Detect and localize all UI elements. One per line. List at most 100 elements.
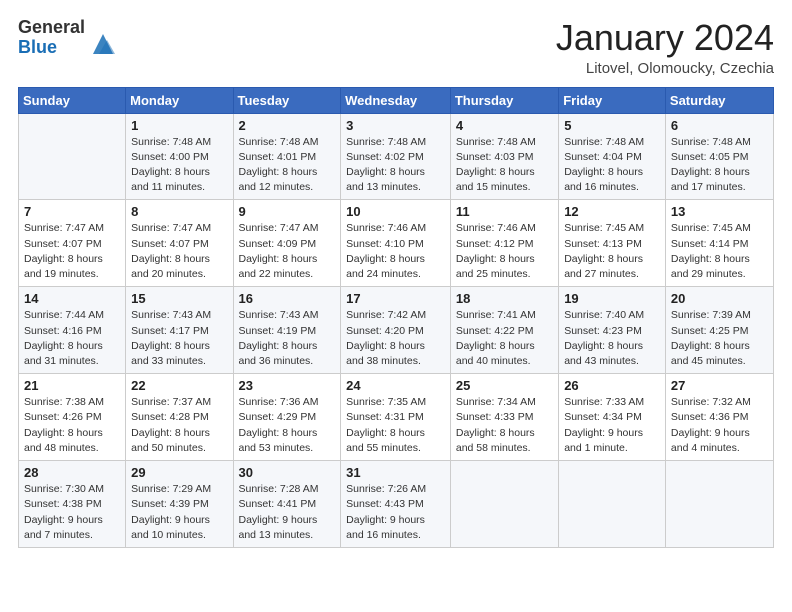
day-cell: 12Sunrise: 7:45 AMSunset: 4:13 PMDayligh… [559,200,666,287]
day-detail: Sunrise: 7:39 AMSunset: 4:25 PMDaylight:… [671,308,768,369]
logo-icon [89,30,117,58]
day-cell: 30 Sunrise: 7:28 AMSunset: 4:41 PMDayligh… [233,461,341,548]
day-detail: Sunrise: 7:44 AMSunset: 4:16 PMDaylight:… [24,308,120,369]
day-cell: 6Sunrise: 7:48 AMSunset: 4:05 PMDaylight… [665,113,773,200]
day-cell: 25 Sunrise: 7:34 AMSunset: 4:33 PMDayligh… [450,374,558,461]
day-number: 10 [346,204,445,219]
day-number: 27 [671,378,768,393]
day-detail: Sunrise: 7:33 AMSunset: 4:34 PMDaylight:… [564,395,660,456]
day-detail: Sunrise: 7:48 AMSunset: 4:00 PMDaylight:… [131,135,227,196]
day-detail: Sunrise: 7:32 AMSunset: 4:36 PMDaylight:… [671,395,768,456]
week-row-5: 28Sunrise: 7:30 AMSunset: 4:38 PMDayligh… [19,461,774,548]
day-number: 29 [131,465,227,480]
col-saturday: Saturday [665,87,773,113]
day-cell: 17 Sunrise: 7:42 AMSunset: 4:20 PMDayligh… [341,287,451,374]
day-number: 9 [239,204,336,219]
day-detail: Sunrise: 7:38 AMSunset: 4:26 PMDaylight:… [24,395,120,456]
day-detail: Sunrise: 7:48 AMSunset: 4:02 PMDaylight:… [346,135,445,196]
day-cell: 19 Sunrise: 7:40 AMSunset: 4:23 PMDayligh… [559,287,666,374]
day-detail: Sunrise: 7:34 AMSunset: 4:33 PMDaylight:… [456,395,553,456]
day-detail: Sunrise: 7:43 AMSunset: 4:19 PMDaylight:… [239,308,336,369]
col-monday: Monday [126,87,233,113]
day-cell: 28Sunrise: 7:30 AMSunset: 4:38 PMDayligh… [19,461,126,548]
day-number: 24 [346,378,445,393]
day-cell: 23 Sunrise: 7:36 AMSunset: 4:29 PMDayligh… [233,374,341,461]
logo-general: General [18,18,85,38]
day-number: 25 [456,378,553,393]
day-detail: Sunrise: 7:30 AMSunset: 4:38 PMDaylight:… [24,482,120,543]
day-detail: Sunrise: 7:48 AMSunset: 4:01 PMDaylight:… [239,135,336,196]
day-detail: Sunrise: 7:28 AMSunset: 4:41 PMDaylight:… [239,482,336,543]
day-cell: 18Sunrise: 7:41 AMSunset: 4:22 PMDayligh… [450,287,558,374]
day-number: 23 [239,378,336,393]
col-friday: Friday [559,87,666,113]
day-number: 18 [456,291,553,306]
day-cell: 20 Sunrise: 7:39 AMSunset: 4:25 PMDayligh… [665,287,773,374]
day-detail: Sunrise: 7:35 AMSunset: 4:31 PMDaylight:… [346,395,445,456]
day-number: 11 [456,204,553,219]
month-title: January 2024 [556,18,774,58]
day-detail: Sunrise: 7:47 AMSunset: 4:09 PMDaylight:… [239,221,336,282]
day-number: 7 [24,204,120,219]
day-cell: 22 Sunrise: 7:37 AMSunset: 4:28 PMDayligh… [126,374,233,461]
day-number: 21 [24,378,120,393]
day-cell: 21 Sunrise: 7:38 AMSunset: 4:26 PMDayligh… [19,374,126,461]
day-cell: 10 Sunrise: 7:46 AMSunset: 4:10 PMDayligh… [341,200,451,287]
day-detail: Sunrise: 7:36 AMSunset: 4:29 PMDaylight:… [239,395,336,456]
day-detail: Sunrise: 7:48 AMSunset: 4:04 PMDaylight:… [564,135,660,196]
day-cell: 4 Sunrise: 7:48 AMSunset: 4:03 PMDaylight… [450,113,558,200]
day-detail: Sunrise: 7:40 AMSunset: 4:23 PMDaylight:… [564,308,660,369]
day-detail: Sunrise: 7:48 AMSunset: 4:03 PMDaylight:… [456,135,553,196]
title-block: January 2024 Litovel, Olomoucky, Czechia [556,18,774,77]
header-row: Sunday Monday Tuesday Wednesday Thursday… [19,87,774,113]
subtitle: Litovel, Olomoucky, Czechia [556,60,774,77]
day-number: 14 [24,291,120,306]
calendar-header: Sunday Monday Tuesday Wednesday Thursday… [19,87,774,113]
day-cell: 24 Sunrise: 7:35 AMSunset: 4:31 PMDayligh… [341,374,451,461]
day-detail: Sunrise: 7:45 AMSunset: 4:14 PMDaylight:… [671,221,768,282]
day-detail: Sunrise: 7:48 AMSunset: 4:05 PMDaylight:… [671,135,768,196]
day-cell: 11Sunrise: 7:46 AMSunset: 4:12 PMDayligh… [450,200,558,287]
day-detail: Sunrise: 7:37 AMSunset: 4:28 PMDaylight:… [131,395,227,456]
day-cell: 31 Sunrise: 7:26 AMSunset: 4:43 PMDayligh… [341,461,451,548]
day-detail: Sunrise: 7:47 AMSunset: 4:07 PMDaylight:… [24,221,120,282]
col-wednesday: Wednesday [341,87,451,113]
day-cell: 7 Sunrise: 7:47 AMSunset: 4:07 PMDaylight… [19,200,126,287]
day-number: 13 [671,204,768,219]
col-thursday: Thursday [450,87,558,113]
day-number: 2 [239,118,336,133]
day-detail: Sunrise: 7:29 AMSunset: 4:39 PMDaylight:… [131,482,227,543]
day-detail: Sunrise: 7:42 AMSunset: 4:20 PMDaylight:… [346,308,445,369]
day-cell [450,461,558,548]
day-number: 20 [671,291,768,306]
logo: General Blue [18,18,117,58]
page: General Blue January 2024 Litovel, Olomo… [0,0,792,612]
day-number: 26 [564,378,660,393]
calendar-body: 1Sunrise: 7:48 AMSunset: 4:00 PMDaylight… [19,113,774,547]
day-number: 5 [564,118,660,133]
day-number: 12 [564,204,660,219]
day-number: 15 [131,291,227,306]
day-cell: 5 Sunrise: 7:48 AMSunset: 4:04 PMDaylight… [559,113,666,200]
day-cell: 26 Sunrise: 7:33 AMSunset: 4:34 PMDayligh… [559,374,666,461]
day-number: 31 [346,465,445,480]
day-number: 30 [239,465,336,480]
day-cell [665,461,773,548]
day-cell: 2 Sunrise: 7:48 AMSunset: 4:01 PMDaylight… [233,113,341,200]
day-cell: 13 Sunrise: 7:45 AMSunset: 4:14 PMDayligh… [665,200,773,287]
week-row-1: 1Sunrise: 7:48 AMSunset: 4:00 PMDaylight… [19,113,774,200]
day-number: 22 [131,378,227,393]
day-cell: 9 Sunrise: 7:47 AMSunset: 4:09 PMDaylight… [233,200,341,287]
day-cell: 1Sunrise: 7:48 AMSunset: 4:00 PMDaylight… [126,113,233,200]
col-sunday: Sunday [19,87,126,113]
day-detail: Sunrise: 7:26 AMSunset: 4:43 PMDaylight:… [346,482,445,543]
day-detail: Sunrise: 7:46 AMSunset: 4:10 PMDaylight:… [346,221,445,282]
day-cell: 27 Sunrise: 7:32 AMSunset: 4:36 PMDayligh… [665,374,773,461]
day-number: 17 [346,291,445,306]
logo-blue: Blue [18,38,85,58]
day-cell [19,113,126,200]
day-number: 19 [564,291,660,306]
day-cell [559,461,666,548]
day-number: 8 [131,204,227,219]
day-number: 4 [456,118,553,133]
